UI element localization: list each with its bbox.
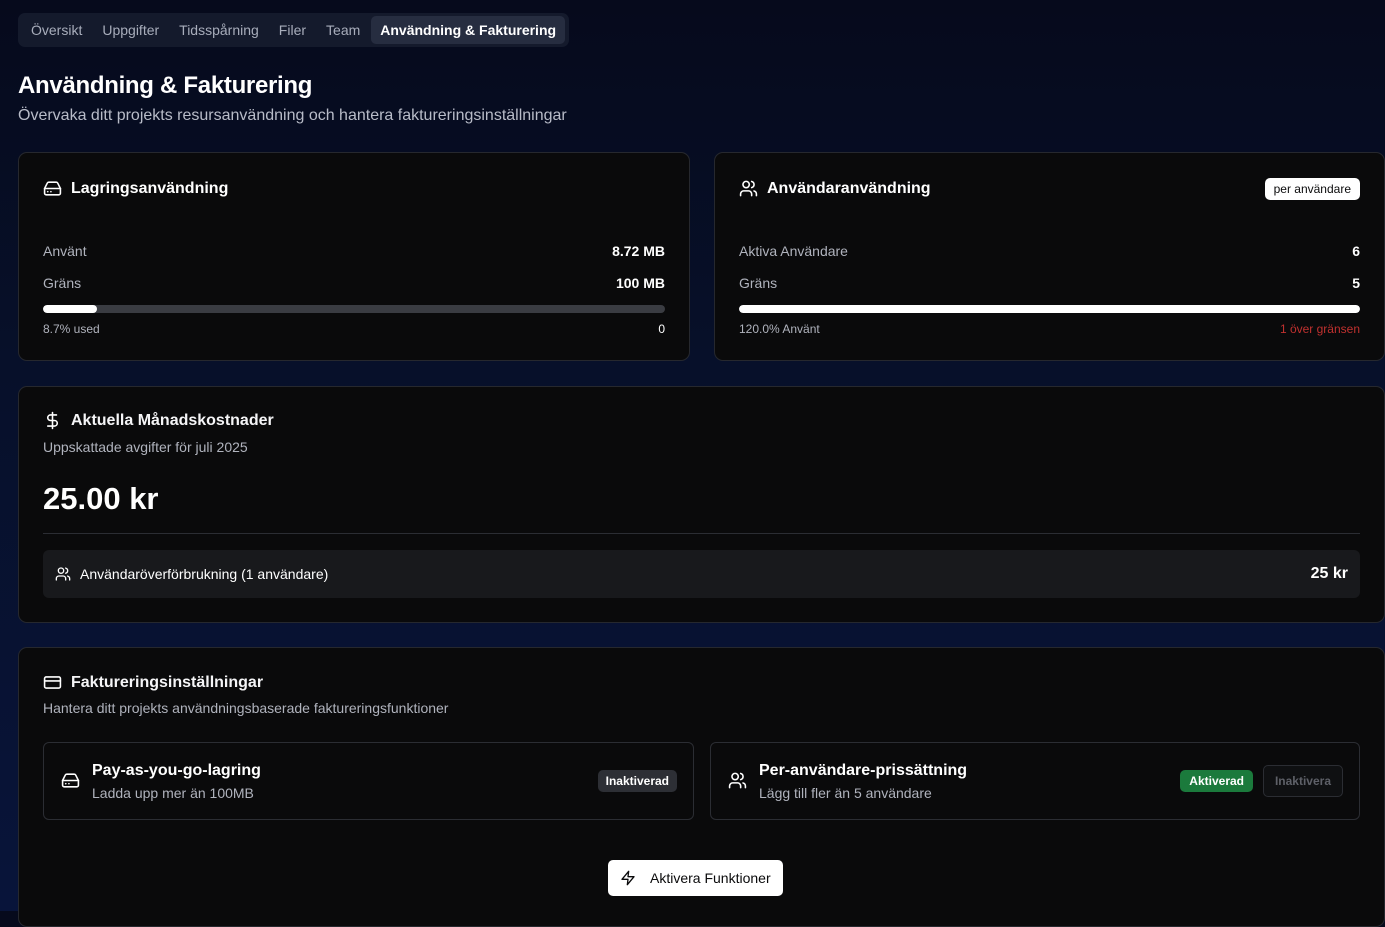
- monthly-costs-card: Aktuella Månadskostnader Uppskattade avg…: [18, 386, 1385, 623]
- storage-card-title: Lagringsanvändning: [71, 179, 229, 197]
- user-progress-bar: [739, 305, 1360, 313]
- users-icon: [55, 567, 71, 581]
- costs-header: Aktuella Månadskostnader: [43, 411, 274, 430]
- activate-features-label: Aktivera Funktioner: [650, 870, 771, 886]
- cost-line-label: Användaröverförbrukning (1 användare): [80, 566, 329, 582]
- hard-drive-icon: [61, 773, 80, 788]
- feature-payg-storage: Pay-as-you-go-lagring Ladda upp mer än 1…: [43, 742, 694, 820]
- storage-used-label: Använt: [43, 243, 87, 259]
- tab-usage-billing[interactable]: Användning & Fakturering: [371, 16, 566, 44]
- storage-limit-label: Gräns: [43, 275, 82, 291]
- feature-per-user-pricing: Per-användare-prissättning Lägg till fle…: [710, 742, 1360, 820]
- divider: [43, 533, 1360, 534]
- users-icon: [739, 180, 758, 197]
- status-badge-inactive: Inaktiverad: [597, 770, 677, 792]
- page-title: Användning & Fakturering: [18, 72, 313, 99]
- active-users-value: 6: [1352, 243, 1360, 259]
- storage-footer: 8.7% used 0: [43, 322, 665, 336]
- user-footer: 120.0% Använt 1 över gränsen: [739, 322, 1360, 336]
- tab-bar: Översikt Uppgifter Tidsspårning Filer Te…: [18, 13, 570, 47]
- costs-title: Aktuella Månadskostnader: [71, 411, 274, 429]
- user-usage-card: Användaranvändning per användare Aktiva …: [714, 152, 1385, 361]
- user-progress-fill: [739, 305, 1360, 313]
- page-subtitle: Övervaka ditt projekts resursanvändning …: [18, 107, 567, 124]
- costs-subtitle: Uppskattade avgifter för juli 2025: [43, 439, 248, 455]
- credit-card-icon: [43, 676, 62, 689]
- tab-overview[interactable]: Översikt: [22, 16, 91, 44]
- tab-team[interactable]: Team: [317, 16, 369, 44]
- billing-settings-card: Faktureringsinställningar Hantera ditt p…: [18, 647, 1385, 927]
- storage-used-value: 8.72 MB: [612, 243, 665, 259]
- status-badge-active: Aktiverad: [1180, 770, 1253, 792]
- hard-drive-icon: [43, 181, 62, 196]
- tab-tasks[interactable]: Uppgifter: [93, 16, 168, 44]
- billing-header: Faktureringsinställningar: [43, 673, 263, 692]
- feature-title: Pay-as-you-go-lagring: [92, 762, 261, 779]
- user-over-limit: 1 över gränsen: [1279, 322, 1360, 336]
- storage-limit-row: Gräns 100 MB: [43, 275, 665, 291]
- user-limit-row: Gräns 5: [739, 275, 1360, 291]
- storage-usage-card: Lagringsanvändning Använt 8.72 MB Gräns …: [18, 152, 690, 361]
- users-icon: [728, 772, 747, 789]
- zap-icon: [621, 870, 635, 886]
- cost-line-amount: 25 kr: [1310, 565, 1348, 582]
- storage-percent-used: 8.7% used: [43, 322, 100, 336]
- user-card-title: Användaranvändning: [767, 179, 931, 197]
- user-limit-value: 5: [1352, 275, 1360, 291]
- billing-title: Faktureringsinställningar: [71, 673, 264, 691]
- costs-total: 25.00 kr: [43, 481, 159, 516]
- dollar-icon: [46, 411, 58, 430]
- billing-subtitle: Hantera ditt projekts användningsbaserad…: [43, 700, 449, 716]
- per-user-badge: per användare: [1264, 178, 1360, 200]
- feature-description: Ladda upp mer än 100MB: [92, 785, 254, 801]
- user-percent-used: 120.0% Använt: [739, 322, 820, 336]
- storage-limit-value: 100 MB: [615, 275, 665, 291]
- activate-features-button[interactable]: Aktivera Funktioner: [608, 860, 783, 896]
- storage-progress-fill: [43, 305, 98, 313]
- tab-files[interactable]: Filer: [270, 16, 315, 44]
- storage-used-row: Använt 8.72 MB: [43, 243, 665, 259]
- cost-line-item: Användaröverförbrukning (1 användare) 25…: [43, 550, 1360, 598]
- active-users-row: Aktiva Användare 6: [739, 243, 1360, 259]
- tab-time-tracking[interactable]: Tidsspårning: [170, 16, 268, 44]
- storage-card-header: Lagringsanvändning: [43, 179, 228, 198]
- storage-overage-count: 0: [658, 322, 665, 336]
- user-card-header: Användaranvändning: [739, 179, 931, 198]
- feature-title: Per-användare-prissättning: [759, 762, 968, 779]
- feature-description: Lägg till fler än 5 användare: [759, 785, 932, 801]
- deactivate-button[interactable]: Inaktivera: [1262, 765, 1343, 797]
- storage-progress-bar: [43, 305, 665, 313]
- user-limit-label: Gräns: [739, 275, 778, 291]
- active-users-label: Aktiva Användare: [739, 243, 848, 259]
